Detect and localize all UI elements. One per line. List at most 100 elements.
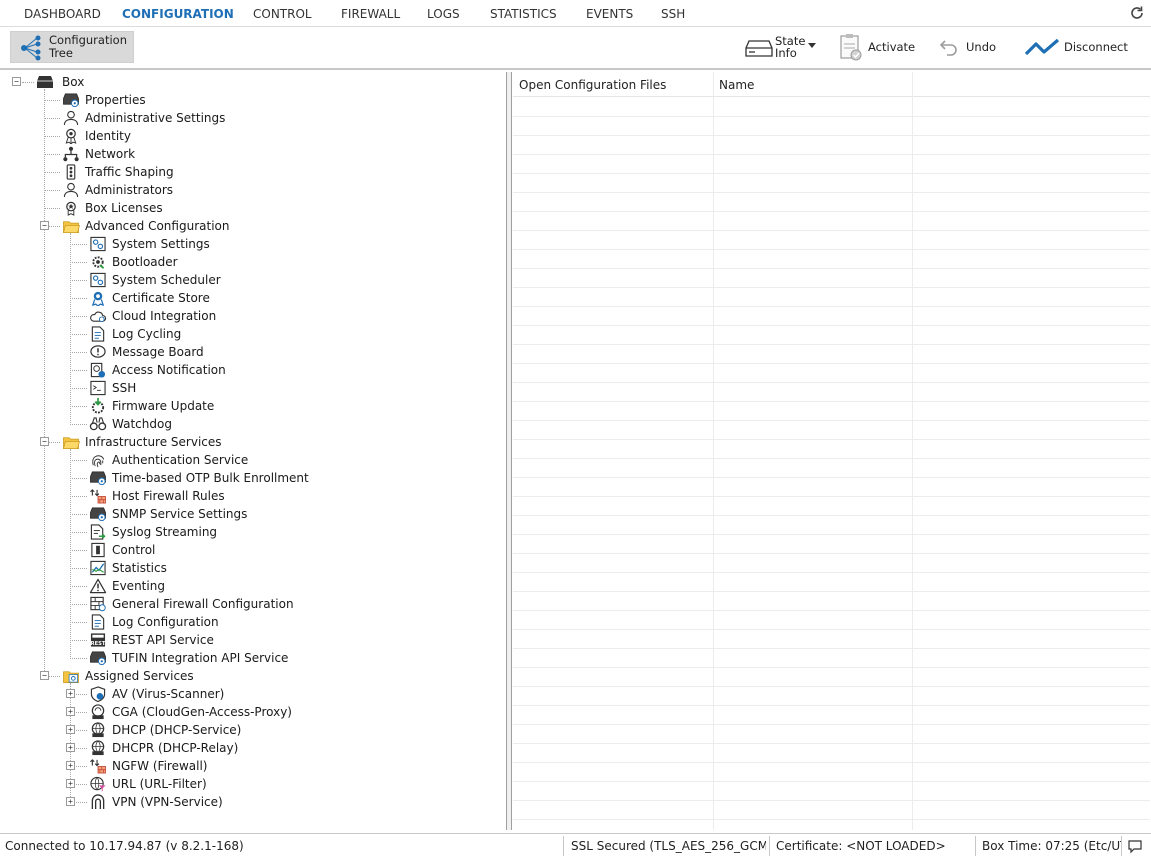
grid-column-divider[interactable] [713,72,714,830]
grid-row-line [513,401,1150,402]
tab-dashboard[interactable]: DASHBOARD [24,7,101,21]
folder-services-icon [63,671,79,683]
document-icon [91,614,105,630]
tree-node-label: Cloud Integration [112,309,217,323]
grid-row-line [513,515,1150,516]
activate-clipboard-icon [840,34,862,61]
status-divider [563,836,564,856]
tree-node-label: SNMP Service Settings [112,507,248,521]
tab-events[interactable]: EVENTS [586,7,633,21]
tree-node-label: Firmware Update [112,399,215,413]
tree-node-label: Certificate Store [112,291,210,305]
tree-expand-toggle[interactable]: + [66,797,75,806]
tree-node-label: Box [62,75,85,89]
box-settings-icon [90,507,106,522]
tree-collapse-toggle[interactable]: − [12,77,21,86]
tab-firewall[interactable]: FIREWALL [341,7,400,21]
tree-collapse-toggle[interactable]: − [40,221,49,230]
grid-row-line [513,762,1150,763]
access-notification-icon [90,362,106,378]
tree-node-label: Administrative Settings [85,111,226,125]
tree-expand-toggle[interactable]: + [66,743,75,752]
tree-node-label: Authentication Service [112,453,249,467]
grid-row-line [513,477,1150,478]
configuration-tree-button[interactable]: Configuration Tree [10,31,134,63]
traffic-light-icon [66,164,76,180]
identity-badge-icon [65,128,77,144]
grid-row-line [513,154,1150,155]
chat-bubble-icon[interactable] [1127,838,1143,854]
url-filter-icon [90,776,106,792]
fingerprint-icon [92,455,105,468]
grid-row-line [513,743,1150,744]
activate-button[interactable]: Activate [838,32,918,64]
tree-node-label: Box Licenses [85,201,163,215]
tree-node-label: DHCP (DHCP-Service) [112,723,242,737]
tree-node-label: CGA (CloudGen-Access-Proxy) [112,705,292,719]
admin-user-icon [63,182,79,198]
disconnect-icon [1024,38,1060,56]
refresh-icon[interactable] [1129,5,1145,21]
status-divider [1121,836,1122,856]
box-settings-icon [90,651,106,666]
tab-logs[interactable]: LOGS [427,7,460,21]
connection-status: Connected to 10.17.94.87 (v 8.2.1-168) [5,839,244,853]
configuration-tree[interactable]: Box − Properties Administrative Settings Ide… [4,72,507,830]
tree-collapse-toggle[interactable]: − [40,437,49,446]
disconnect-button[interactable]: Disconnect [1024,32,1134,64]
tab-statistics[interactable]: STATISTICS [490,7,557,21]
box-device-icon [37,76,53,88]
grid-row-line [513,534,1150,535]
vpn-icon [91,794,105,810]
message-icon [90,345,106,358]
tree-node-label: Network [85,147,136,161]
pane-splitter[interactable] [507,72,512,830]
tree-node-label: URL (URL-Filter) [112,777,207,791]
grid-row-line [513,306,1150,307]
svg-text:REST: REST [91,641,106,647]
grid-row-line [513,230,1150,231]
tab-configuration[interactable]: CONFIGURATION [122,7,234,21]
column-header-name[interactable]: Name [719,78,754,92]
tab-ssh[interactable]: SSH [661,7,685,21]
grid-row-line [513,553,1150,554]
grid-row-line [513,382,1150,383]
tree-expand-toggle[interactable]: + [66,689,75,698]
tree-node-label: Assigned Services [85,669,194,683]
toolbar: Configuration Tree State Info Activate U… [0,27,1151,70]
grid-row-line [513,363,1150,364]
grid-row-line [513,458,1150,459]
scheduler-icon [90,272,106,288]
open-configuration-files-grid[interactable]: Open Configuration Files Name [513,72,1150,830]
grid-row-line [513,667,1150,668]
grid-row-line [513,800,1150,801]
chevron-down-icon[interactable] [808,43,816,49]
cloud-icon [90,311,107,323]
tree-nodes-icon [21,35,41,61]
tree-node-label: REST API Service [112,633,214,647]
column-header-open-configuration-files[interactable]: Open Configuration Files [519,78,666,92]
tree-node-label: Advanced Configuration [85,219,230,233]
grid-row-line [513,211,1150,212]
grid-row-line [513,591,1150,592]
tree-node-label: AV (Virus-Scanner) [112,687,225,701]
tree-expand-toggle[interactable]: + [66,707,75,716]
grid-row-line [513,819,1150,820]
state-info-button[interactable]: State Info [744,32,819,64]
tab-control[interactable]: CONTROL [253,7,312,21]
firmware-update-icon [91,398,105,414]
tree-node-label: Log Configuration [112,615,219,629]
tree-node-label: Eventing [112,579,165,593]
ssl-status: SSL Secured (TLS_AES_256_GCM_SHA384) [571,839,766,853]
tree-expand-toggle[interactable]: + [66,779,75,788]
network-icon [63,146,79,162]
tree-expand-toggle[interactable]: + [66,725,75,734]
undo-button[interactable]: Undo [936,32,996,64]
folder-open-icon [62,437,80,449]
grid-column-divider[interactable] [912,72,913,830]
grid-header: Open Configuration Files Name [513,72,1150,97]
tree-collapse-toggle[interactable]: − [40,671,49,680]
certificate-icon [91,291,105,306]
tree-node-label: Message Board [112,345,204,359]
tree-expand-toggle[interactable]: + [66,761,75,770]
